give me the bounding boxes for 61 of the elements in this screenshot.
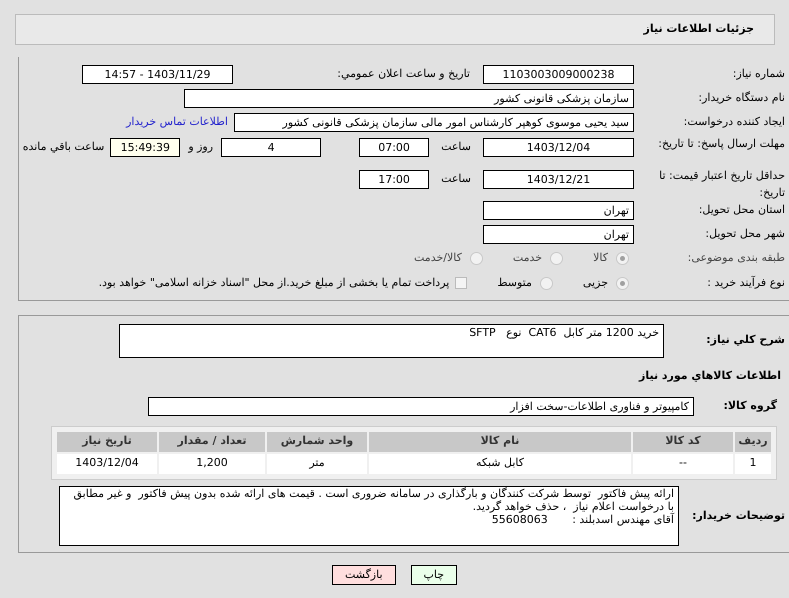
field-label: مهلت ارسال پاسخ: تا تاریخ: [658,137,785,150]
column-header: واحد شمارش [267,432,367,452]
field-label: نوع فرآیند خرید : [707,276,785,289]
table-cell: متر [267,454,367,474]
field-label: ساعت [441,171,471,187]
text-field[interactable]: تهران [483,224,634,244]
radio-button[interactable] [616,276,629,290]
table-cell: 1 [735,454,771,474]
column-header: ردیف [735,432,771,452]
field-label: تاریخ و ساعت اعلان عمومي: [337,66,470,80]
summary-text-area[interactable]: خرید 1200 متر کابل CAT6 نوع SFTP [119,324,664,358]
field-label: حداقل تاریخ اعتبار قیمت: تا تاریخ: [659,169,785,198]
radio-label: متوسط [497,274,532,291]
print-button[interactable]: چاپ [410,564,458,584]
text-field[interactable]: 4 [221,138,322,157]
text-field[interactable]: سید یحیی موسوی کوهپر کارشناس امور مالی سازمان پزشکی قانونی کشور [234,112,634,132]
text-field[interactable]: سازمان پزشکی قانونی کشور [184,88,634,108]
radio-button[interactable] [470,252,483,264]
field-label: توضیحات خریدار: [692,508,785,522]
page-title: جزئیات اطلاعات نیاز [644,21,754,38]
field-label: طبقه بندی موضوعی: [688,250,785,264]
checkbox-label: پرداخت تمام یا بخشی از مبلغ خرید.از محل "اسناد خزانه اسلامی" خواهد بود. [98,274,450,291]
field-label: شماره نیاز: [732,66,785,80]
field-label: ساعت [441,139,471,155]
text-field[interactable]: 1103003009000238 [483,64,634,84]
field-label: شرح کلي نیاز: [706,333,785,346]
text-field[interactable]: 1403/11/29 - 14:57 [82,64,233,84]
table-cell: 1,200 [159,454,265,474]
section-heading: اطلاعات کالاهاي مورد نياز [639,369,781,382]
radio-label: کالا/خدمت [414,250,462,266]
column-header: کد کالا [633,432,733,452]
text-field[interactable]: تهران [483,200,634,220]
column-header: تعداد / مقدار [159,432,265,452]
radio-label: جزیی [582,274,608,291]
radio-label: کالا [593,250,608,266]
field-label: گروه کالا: [723,398,777,412]
radio-label: خدمت [512,250,542,266]
text-field[interactable]: 1403/12/04 [483,138,634,157]
field-label: روز و [188,139,214,155]
table-cell: 1403/12/04 [57,454,157,474]
notes-text-area[interactable]: ارائه پیش فاکتور توسط شرکت کنندگان و بارگذاری در سامانه ضروری است . قیمت های ارائه شده بدون پیش فاکتور و غیر مطابق با درخواست اعلام نیاز ، حذف خواهد گردید. آقای مهندس اسدبلند : 55608063 [59,486,679,546]
field-label: نام دستگاه خریدار: [698,90,785,104]
table-cell: کابل شبکه [369,454,631,474]
back-button[interactable]: بازگشت [332,564,396,584]
checkbox[interactable] [455,277,468,289]
text-field[interactable]: 07:00 [359,138,430,157]
text-field[interactable]: 17:00 [359,170,430,189]
buyer-contact-link[interactable]: اطلاعات تماس خریدار [126,114,228,130]
remaining-time-field: 15:49:39 [110,138,180,157]
field-label: ساعت باقي مانده [22,139,104,155]
table-cell: -- [633,454,733,474]
column-header: نام کالا [369,432,631,452]
radio-button[interactable] [540,276,553,290]
text-field[interactable]: 1403/12/21 [483,170,634,189]
field-label: ایجاد کننده درخواست: [684,114,785,128]
column-header: تاریخ نیاز [57,432,157,452]
field-label: شهر محل تحویل: [705,226,785,240]
field-label: استان محل تحویل: [698,202,785,216]
radio-button[interactable] [550,252,564,264]
text-field[interactable]: کامپیوتر و فناوری اطلاعات-سخت افزار [148,396,694,416]
radio-button[interactable] [616,252,629,264]
